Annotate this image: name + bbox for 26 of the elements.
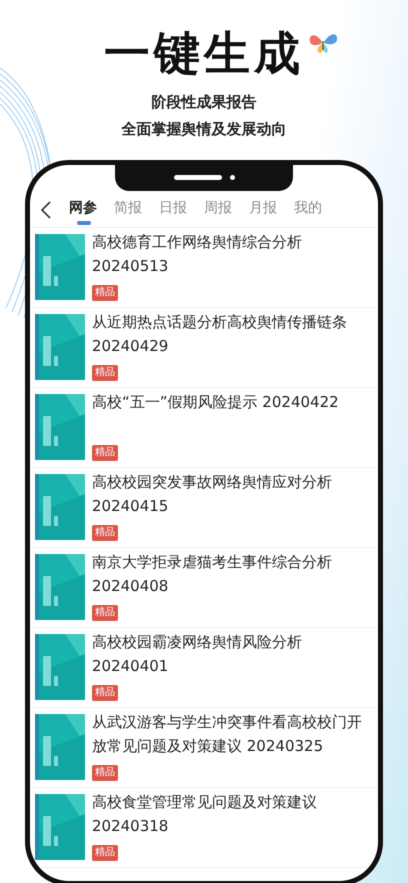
premium-tag: 精品	[92, 525, 118, 541]
back-icon[interactable]	[41, 201, 51, 219]
article-title[interactable]: 高校校园霸凌网络舆情风险分析 20240401	[92, 630, 368, 678]
article-title[interactable]: 高校食堂管理常见问题及对策建议 20240318	[92, 790, 368, 838]
article-title[interactable]: 高校“五一”假期风险提示 20240422	[92, 390, 339, 414]
premium-tag: 精品	[92, 365, 118, 381]
subtitle: 全面掌握舆情及发展动向	[122, 119, 286, 140]
premium-tag: 精品	[92, 685, 118, 701]
tab[interactable]: 我的	[294, 198, 322, 222]
premium-tag: 精品	[92, 605, 118, 621]
article-title[interactable]: 高校德育工作网络舆情综合分析 20240513	[92, 230, 368, 278]
tab[interactable]: 月报	[249, 198, 277, 222]
article-title[interactable]: 高校校园突发事故网络舆情应对分析 20240415	[92, 470, 368, 518]
article-title[interactable]: 南京大学拒录虐猫考生事件综合分析 20240408	[92, 550, 368, 598]
tab[interactable]: 简报	[114, 198, 142, 222]
tab[interactable]: 网参	[69, 198, 97, 222]
premium-tag: 精品	[92, 445, 118, 461]
tab[interactable]: 日报	[159, 198, 187, 222]
headline: 一键生成	[104, 28, 304, 78]
tab[interactable]: 周报	[204, 198, 232, 222]
article-title[interactable]: 从近期热点话题分析高校舆情传播链条 20240429	[92, 310, 368, 358]
subtitle: 阶段性成果报告	[152, 92, 256, 113]
premium-tag: 精品	[92, 765, 118, 781]
premium-tag: 精品	[92, 285, 118, 301]
premium-tag: 精品	[92, 845, 118, 861]
article-title[interactable]: 从武汉游客与学生冲突事件看高校校门开放常见问题及对策建议 20240325	[92, 710, 368, 758]
